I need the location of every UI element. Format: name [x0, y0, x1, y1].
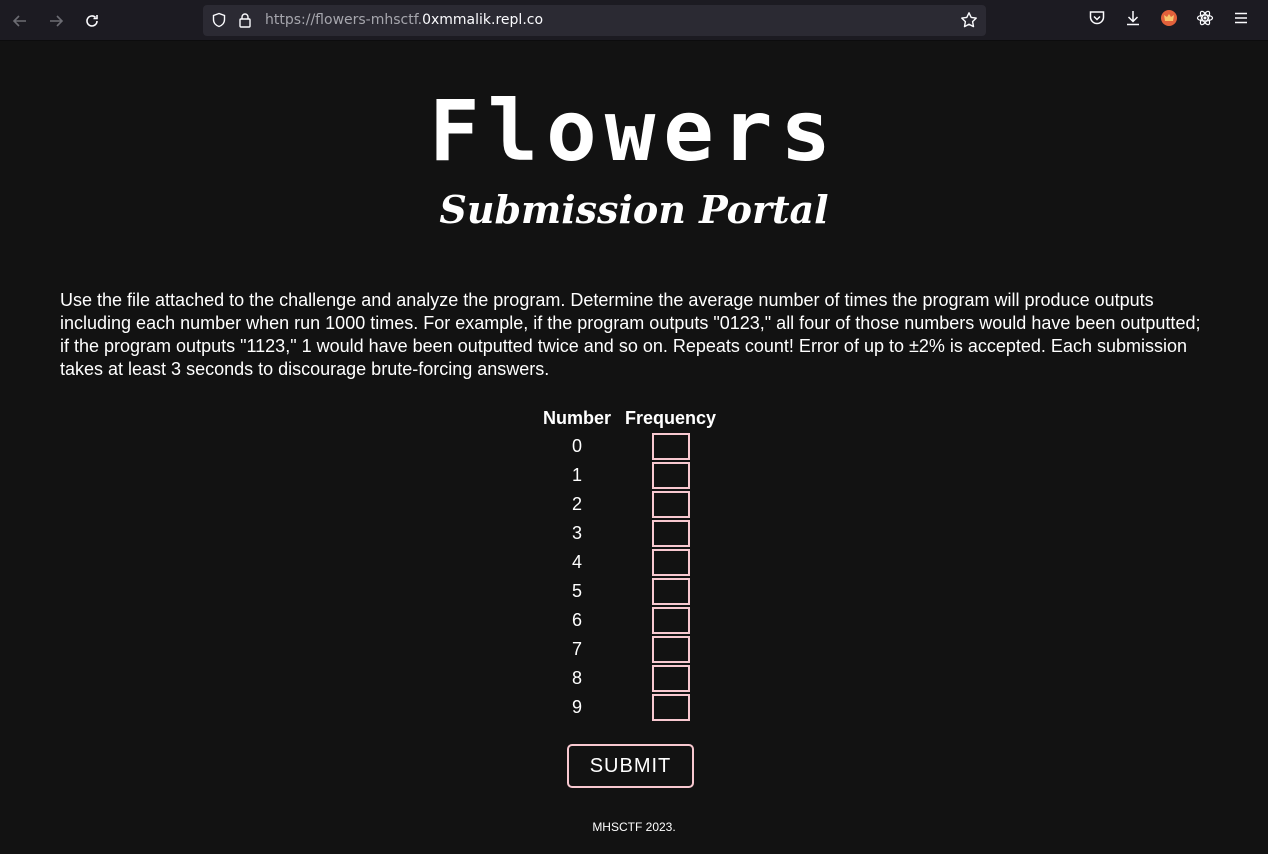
react-devtools-icon[interactable] — [1196, 9, 1214, 32]
frequency-input-1[interactable] — [651, 462, 690, 489]
frequency-input-5[interactable] — [651, 578, 690, 605]
url-domain: 0xmmalik.repl.co — [422, 12, 544, 28]
table-row: 0 — [536, 432, 723, 461]
pocket-icon[interactable] — [1088, 9, 1106, 32]
address-bar[interactable]: https://flowers-mhsctf.0xmmalik.repl.co — [203, 5, 986, 36]
column-header-number: Number — [543, 407, 612, 428]
browser-toolbar: https://flowers-mhsctf.0xmmalik.repl.co — [0, 0, 1268, 41]
frequency-table: Number Frequency 0 1 2 3 4 5 6 7 8 9 — [536, 404, 723, 722]
back-icon[interactable] — [8, 9, 32, 33]
number-cell: 0 — [572, 436, 583, 456]
menu-icon[interactable] — [1232, 9, 1250, 32]
frequency-input-9[interactable] — [651, 694, 690, 721]
reload-icon[interactable] — [80, 9, 104, 33]
page-content: Flowers Submission Portal Use the file a… — [0, 41, 1268, 853]
table-row: 4 — [536, 548, 723, 577]
table-row: 5 — [536, 577, 723, 606]
number-cell: 9 — [572, 697, 583, 717]
frequency-input-8[interactable] — [651, 665, 690, 692]
submit-button[interactable]: SUBMIT — [567, 744, 694, 788]
download-icon[interactable] — [1124, 9, 1142, 32]
frequency-input-7[interactable] — [651, 636, 690, 663]
number-cell: 1 — [572, 465, 583, 485]
frequency-input-0[interactable] — [651, 433, 690, 460]
table-row: 8 — [536, 664, 723, 693]
url-text[interactable]: https://flowers-mhsctf.0xmmalik.repl.co — [265, 12, 543, 28]
number-cell: 5 — [572, 581, 583, 601]
number-cell: 7 — [572, 639, 583, 659]
table-row: 1 — [536, 461, 723, 490]
frequency-input-2[interactable] — [651, 491, 690, 518]
lock-icon[interactable] — [237, 12, 253, 33]
page-subtitle: Submission Portal — [439, 187, 829, 232]
table-row: 3 — [536, 519, 723, 548]
footer-text: MHSCTF 2023. — [592, 820, 676, 834]
number-cell: 2 — [572, 494, 583, 514]
frequency-input-4[interactable] — [651, 549, 690, 576]
frequency-input-6[interactable] — [651, 607, 690, 634]
table-row: 6 — [536, 606, 723, 635]
number-cell: 4 — [572, 552, 583, 572]
challenge-description: Use the file attached to the challenge a… — [60, 290, 1201, 379]
table-row: 9 — [536, 693, 723, 722]
forward-icon[interactable] — [44, 9, 68, 33]
site-title: Flowers — [428, 82, 839, 180]
number-cell: 8 — [572, 668, 583, 688]
url-prefix: https://flowers-mhsctf. — [265, 12, 423, 28]
frequency-input-3[interactable] — [651, 520, 690, 547]
extension-fox-icon[interactable] — [1160, 9, 1178, 32]
number-cell: 3 — [572, 523, 583, 543]
table-row: 7 — [536, 635, 723, 664]
table-row: 2 — [536, 490, 723, 519]
number-cell: 6 — [572, 610, 583, 630]
column-header-frequency: Frequency — [625, 407, 717, 428]
shield-icon[interactable] — [211, 12, 227, 33]
bookmark-star-icon[interactable] — [960, 11, 978, 34]
